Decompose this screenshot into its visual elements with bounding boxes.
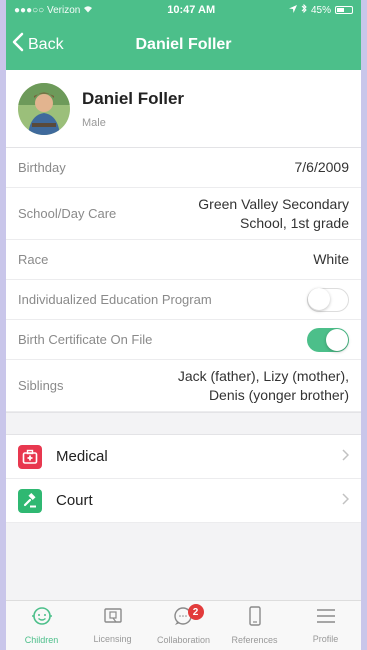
chevron-left-icon xyxy=(12,32,24,56)
chevron-right-icon xyxy=(341,492,350,510)
menu-item-label: Court xyxy=(56,492,93,509)
back-button[interactable]: Back xyxy=(12,32,64,57)
toggle-knob xyxy=(326,328,348,351)
tab-label: References xyxy=(231,635,278,645)
battery-icon xyxy=(335,6,353,14)
section-divider xyxy=(6,412,361,434)
battery-fill xyxy=(337,8,345,12)
wifi-icon xyxy=(83,5,93,16)
avatar[interactable] xyxy=(18,82,70,135)
tab-label: Profile xyxy=(312,634,339,644)
school-value-line2: School, 1st grade xyxy=(240,214,349,231)
phone-screen: ●●●○○ Verizon 10:47 AM 45% Back Daniel F… xyxy=(6,0,361,650)
race-row: Race White xyxy=(6,240,361,280)
siblings-value-line1: Jack (father), Lizy (mother), xyxy=(177,368,349,385)
top-bar: ●●●○○ Verizon 10:47 AM 45% Back Daniel F… xyxy=(6,0,361,70)
birthday-row: Birthday 7/6/2009 xyxy=(6,148,361,188)
carrier-label: ●●●○○ Verizon xyxy=(14,4,81,16)
profile-text: Daniel Foller Male xyxy=(82,89,184,129)
profile-name: Daniel Foller xyxy=(82,88,185,108)
records-menu: Medical Court xyxy=(6,434,361,523)
medical-kit-icon xyxy=(18,444,42,469)
birth-certificate-toggle[interactable] xyxy=(307,327,349,352)
school-row: School/Day Care Green Valley Secondary S… xyxy=(6,188,361,240)
siblings-value: Jack (father), Lizy (mother), Denis (yon… xyxy=(178,367,349,403)
menu-item-court[interactable]: Court xyxy=(6,479,361,523)
tab-collaboration[interactable]: 2 Collaboration xyxy=(148,601,219,650)
tab-profile[interactable]: Profile xyxy=(290,601,361,650)
back-label: Back xyxy=(28,36,64,53)
birthday-label: Birthday xyxy=(18,160,66,175)
details-list: Birthday 7/6/2009 School/Day Care Green … xyxy=(6,148,361,412)
tab-children[interactable]: Children xyxy=(6,601,77,650)
iep-label: Individualized Education Program xyxy=(18,292,212,307)
status-right: 45% xyxy=(288,3,353,16)
profile-header: Daniel Foller Male xyxy=(6,70,361,148)
school-value-line1: Green Valley Secondary xyxy=(198,196,349,213)
status-bar: ●●●○○ Verizon 10:47 AM 45% xyxy=(6,0,361,20)
race-label: Race xyxy=(18,252,49,267)
battery-percent: 45% xyxy=(310,4,331,16)
siblings-value-line2: Denis (yonger brother) xyxy=(208,386,349,403)
birth-certificate-label: Birth Certificate On File xyxy=(18,332,153,347)
tab-label: Children xyxy=(24,635,59,645)
gavel-icon xyxy=(18,488,42,513)
tab-references[interactable]: References xyxy=(219,601,290,650)
school-value: Green Valley Secondary School, 1st grade xyxy=(198,195,349,231)
profile-gender: Male xyxy=(82,116,106,129)
iep-toggle[interactable] xyxy=(307,287,349,312)
school-label: School/Day Care xyxy=(18,206,117,221)
menu-item-label: Medical xyxy=(56,448,108,465)
chevron-right-icon xyxy=(341,448,350,466)
carrier-indicator: ●●●○○ Verizon xyxy=(14,5,93,16)
profile-menu-icon xyxy=(315,607,337,630)
references-icon xyxy=(248,606,262,631)
licensing-icon xyxy=(103,607,123,630)
navigation-bar: Back Daniel Foller xyxy=(6,20,361,70)
race-value: White xyxy=(313,251,349,268)
notification-badge: 2 xyxy=(187,604,204,620)
bluetooth-icon xyxy=(301,3,307,16)
tab-licensing[interactable]: Licensing xyxy=(77,601,148,650)
location-icon xyxy=(288,4,297,16)
status-time: 10:47 AM xyxy=(167,4,216,16)
birth-certificate-row: Birth Certificate On File xyxy=(6,320,361,360)
iep-row: Individualized Education Program xyxy=(6,280,361,320)
tab-label: Collaboration xyxy=(156,635,211,645)
tab-label: Licensing xyxy=(93,634,132,644)
children-icon xyxy=(31,606,53,631)
siblings-row: Siblings Jack (father), Lizy (mother), D… xyxy=(6,360,361,412)
birthday-value: 7/6/2009 xyxy=(294,159,350,176)
menu-item-medical[interactable]: Medical xyxy=(6,435,361,479)
tab-bar: Children Licensing 2 Collaboration Refer… xyxy=(6,600,361,650)
toggle-knob xyxy=(308,288,330,310)
siblings-label: Siblings xyxy=(18,378,64,393)
